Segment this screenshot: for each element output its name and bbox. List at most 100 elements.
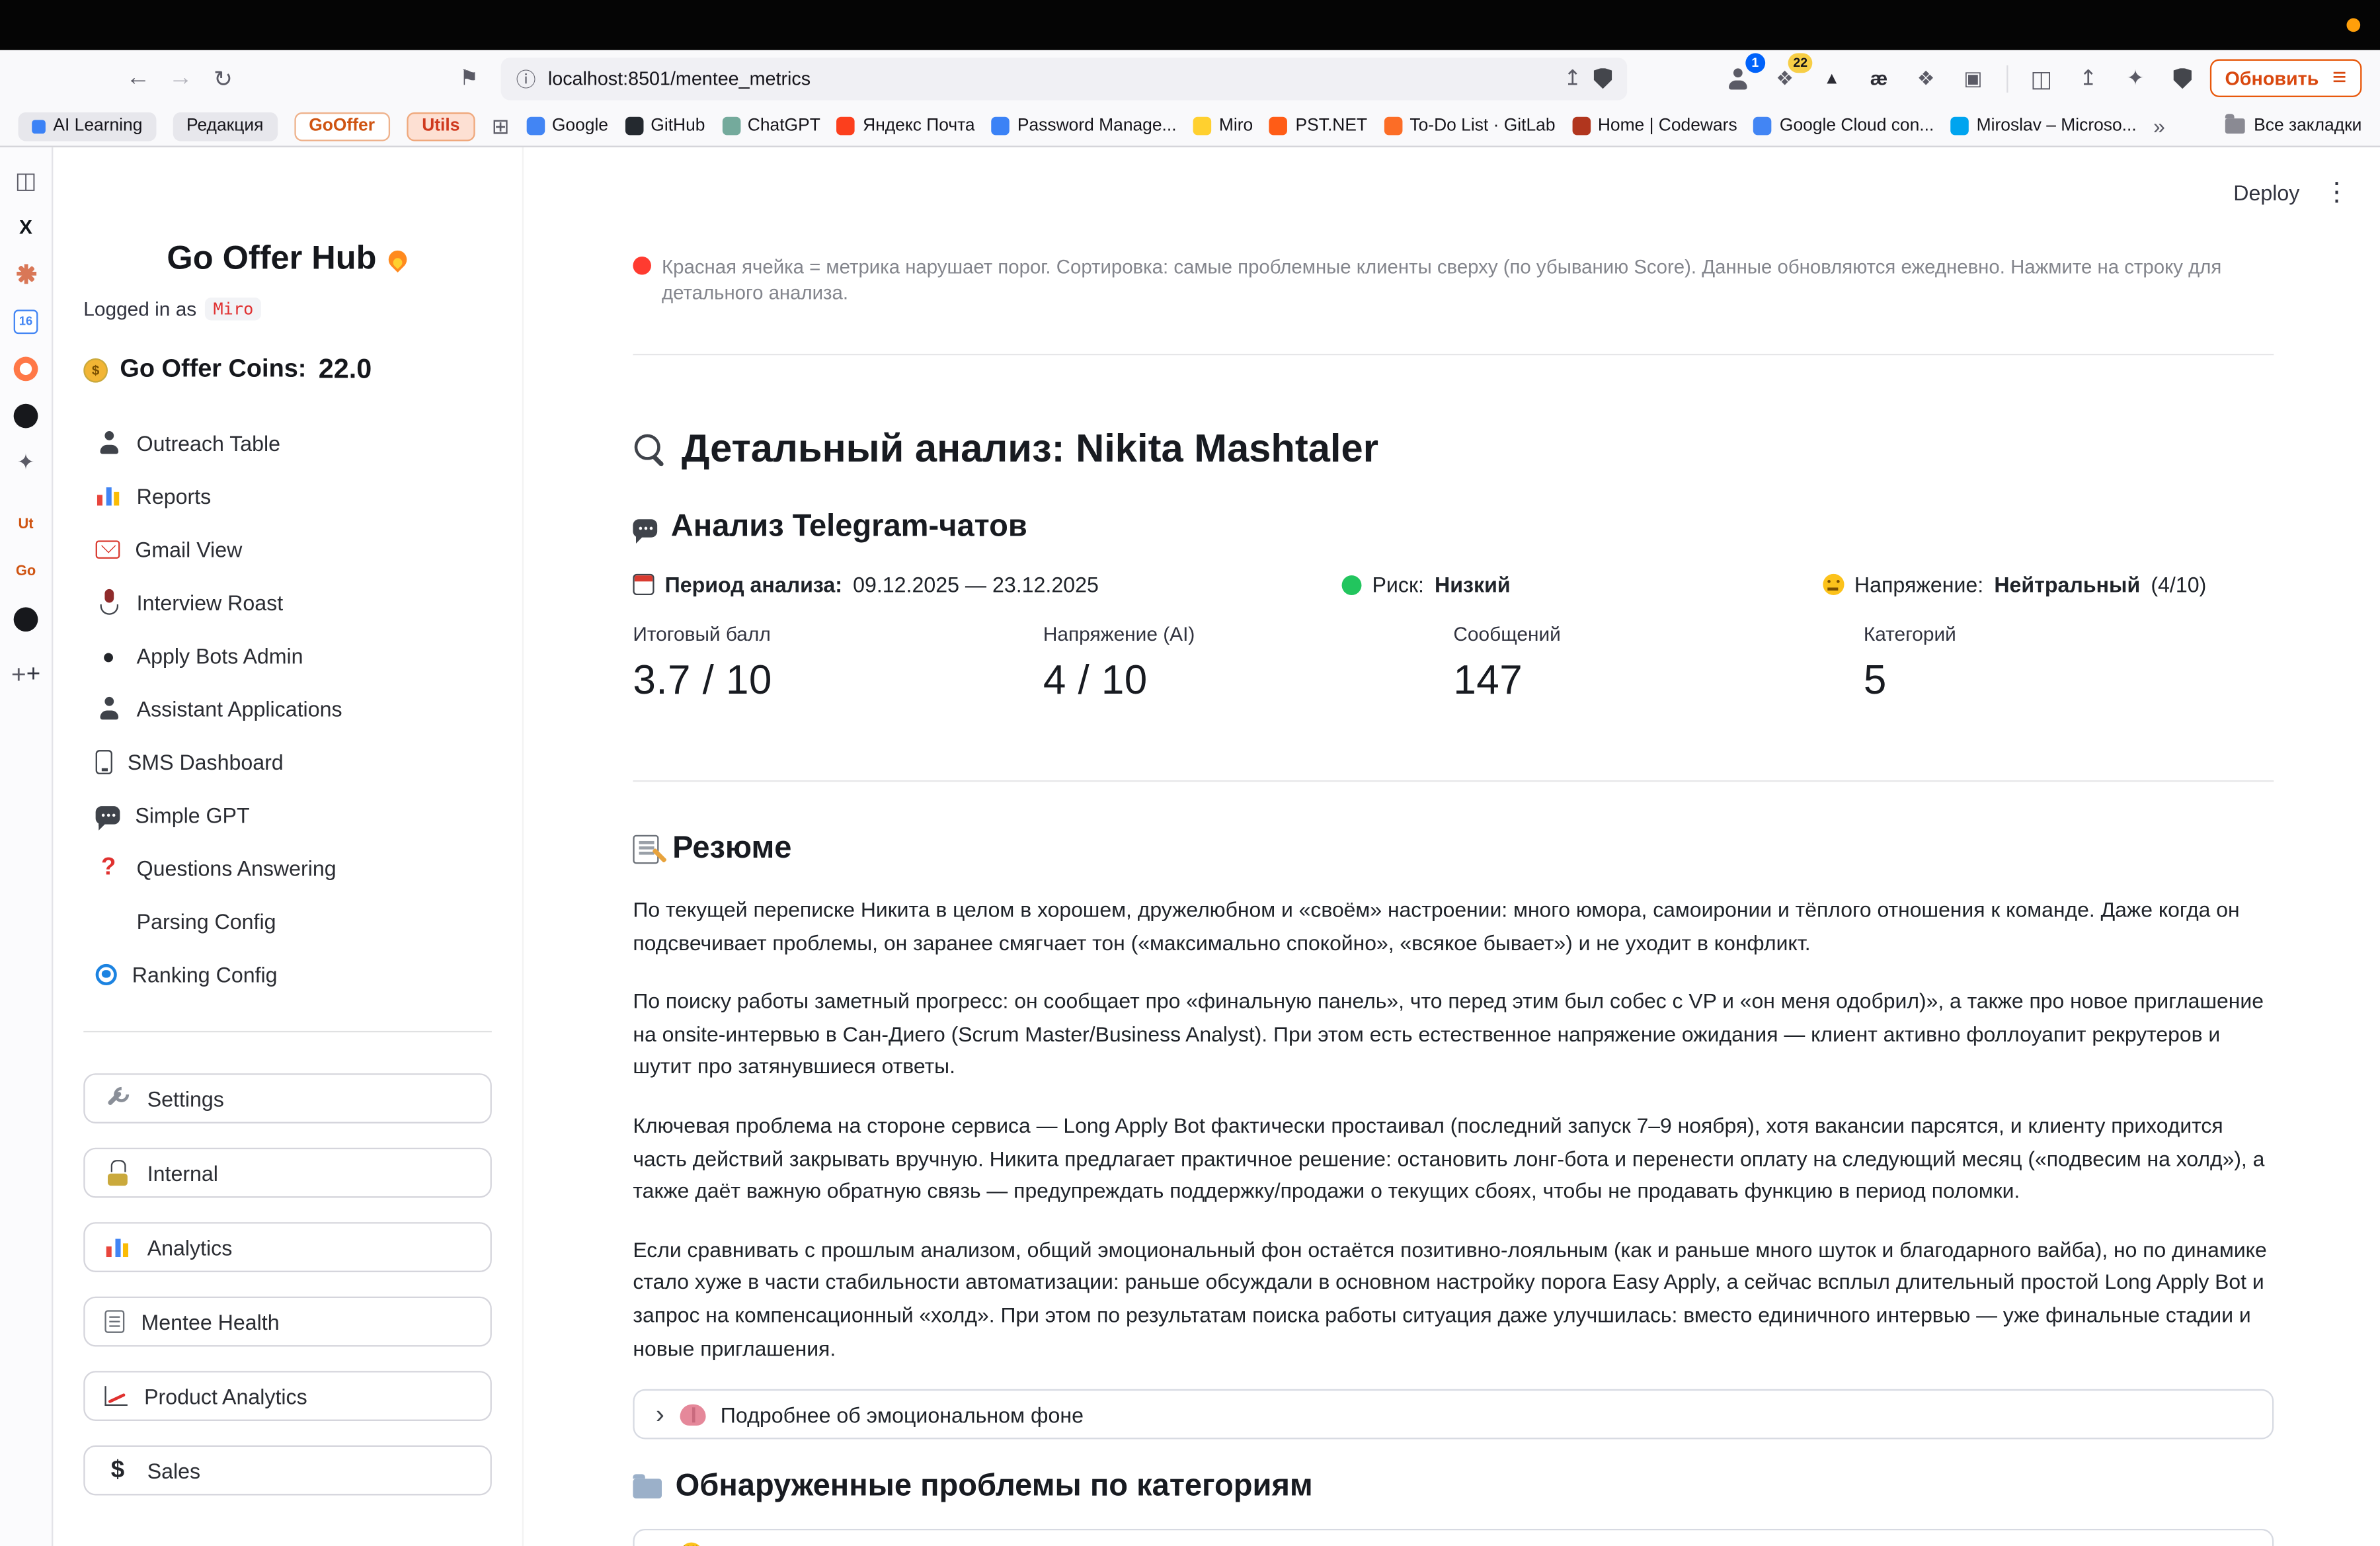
update-browser-button[interactable]: Обновить (2210, 60, 2362, 97)
sidebar-item-parsing-config[interactable]: Parsing Config (83, 894, 492, 947)
divider (633, 354, 2274, 355)
workspace-pill-gooffer[interactable]: GoOffer (294, 112, 390, 141)
bookmark-item[interactable]: Password Manage... (992, 117, 1177, 136)
spark-button[interactable] (2116, 58, 2155, 98)
workspace-go[interactable]: Go (0, 548, 52, 595)
sidebar-item-apply-bots-admin[interactable]: Apply Bots Admin (83, 629, 492, 682)
all-bookmarks-button[interactable]: Все закладки (2225, 117, 2362, 136)
sidebar-item-ranking-config[interactable]: Ranking Config (83, 948, 492, 1000)
tab-x[interactable]: X (0, 204, 52, 251)
speech-icon (633, 518, 657, 537)
protection-button[interactable] (2162, 58, 2202, 98)
tracking-shield-icon[interactable] (1594, 67, 1612, 89)
bookmark-item[interactable]: Google Cloud con... (1754, 117, 1934, 136)
send-tab-button[interactable] (2069, 58, 2108, 98)
bookmark-item[interactable]: Яндекс Почта (837, 117, 974, 136)
url-text[interactable]: localhost:8501/mentee_metrics (548, 67, 1552, 89)
bookmark-item[interactable]: Home | Codewars (1572, 117, 1737, 136)
bookmark-item[interactable]: Miro (1193, 117, 1253, 136)
lock-icon (104, 1160, 130, 1186)
forward-button[interactable] (161, 58, 200, 98)
site-info-icon[interactable] (516, 63, 536, 93)
bookmarks-overflow-button[interactable] (2153, 114, 2165, 138)
mentee-health-button[interactable]: Mentee Health (83, 1297, 492, 1347)
expander-problem-tools[interactable]: Инструменты и технологии — макс. напряже… (633, 1529, 2274, 1546)
screenshot-button[interactable] (1953, 58, 1993, 98)
sidebar-item-gmail-view[interactable]: Gmail View (83, 522, 492, 575)
sparkle-icon (17, 450, 35, 475)
tab-calendar[interactable]: 16 (0, 298, 52, 345)
bookmark-item[interactable]: PST.NET (1270, 117, 1368, 136)
settings-button[interactable]: Settings (83, 1073, 492, 1123)
back-button[interactable] (118, 58, 158, 98)
expander-emotional[interactable]: Подробнее об эмоциональном фоне (633, 1389, 2274, 1440)
deploy-button[interactable]: Deploy (2233, 181, 2299, 205)
section-telegram-text: Анализ Telegram-чатов (671, 509, 1027, 545)
bookmark-item[interactable]: ChatGPT (722, 117, 820, 136)
analytics-button[interactable]: Analytics (83, 1222, 492, 1272)
ring-blue-icon (96, 963, 117, 985)
bookmarks-bar: AI Learning Редакция GoOffer Utils Googl… (0, 106, 2380, 147)
bookmark-flag-icon (459, 65, 479, 91)
internal-button[interactable]: Internal (83, 1148, 492, 1198)
sidebar-item-interview-roast[interactable]: Interview Roast (83, 575, 492, 628)
bookmark-item[interactable]: Google (526, 117, 608, 136)
address-bar[interactable]: localhost:8501/mentee_metrics (501, 57, 1628, 99)
workspace-ut[interactable]: Ut (0, 501, 52, 548)
tab-sparkle[interactable] (0, 439, 52, 486)
tab-claude[interactable] (0, 251, 52, 298)
sidebar-item-simple-gpt[interactable]: Simple GPT (83, 788, 492, 841)
ae-extension-button[interactable] (1859, 58, 1899, 98)
sidebar-toggle-button[interactable] (2022, 58, 2061, 98)
favicon (1384, 117, 1402, 136)
question-icon (96, 855, 122, 881)
sidebar-item-questions-answering[interactable]: Questions Answering (83, 841, 492, 894)
sidebar-nav: Outreach Table Reports Gmail View Interv… (83, 416, 492, 1000)
bookmark-item[interactable]: Miroslav – Microso... (1951, 117, 2137, 136)
extensions-menu-button[interactable] (1906, 58, 1946, 98)
calendar-icon (633, 574, 654, 595)
sidebar-panel-button[interactable] (0, 156, 52, 203)
recording-indicator-icon (2346, 19, 2360, 32)
sidebar-item-sms-dashboard[interactable]: SMS Dashboard (83, 735, 492, 788)
sidebar-item-outreach-table[interactable]: Outreach Table (83, 416, 492, 469)
app-menu-icon[interactable] (2332, 65, 2346, 92)
workspace-pill-ai-learning[interactable]: AI Learning (19, 112, 157, 141)
share-icon[interactable] (1564, 65, 1581, 91)
profile-button[interactable]: 1 (1718, 58, 1758, 98)
expander-label: Подробнее об эмоциональном фоне (721, 1403, 1084, 1427)
favicon (1270, 117, 1289, 136)
sidebar-item-reports[interactable]: Reports (83, 469, 492, 522)
workspaces-grid-button[interactable] (492, 113, 510, 139)
favicon (526, 117, 545, 136)
app-title-text: Go Offer Hub (167, 238, 376, 278)
chart-up-icon (104, 1386, 127, 1406)
metric-label: Сообщений (1453, 622, 1863, 645)
triangle-extension-button[interactable] (1812, 58, 1852, 98)
product-analytics-button[interactable]: Product Analytics (83, 1371, 492, 1421)
sales-button[interactable]: Sales (83, 1445, 492, 1496)
legend-caption-text: Красная ячейка = метрика нарушает порог.… (662, 253, 2274, 305)
favicon (625, 117, 643, 136)
tab-dark-2[interactable] (0, 595, 52, 642)
sidebar-item-assistant-applications[interactable]: Assistant Applications (83, 682, 492, 735)
nav-label: Gmail View (135, 537, 242, 561)
info-risk-label: Риск: (1372, 573, 1423, 597)
page-content: Красная ячейка = метрика нарушает порог.… (633, 253, 2274, 1546)
reload-button[interactable] (204, 58, 243, 98)
extension-notifications-button[interactable]: 22 (1765, 58, 1805, 98)
button-label: Sales (147, 1458, 200, 1483)
bookmark-item[interactable]: To-Do List · GitLab (1384, 117, 1555, 136)
bookmark-tag-button[interactable] (450, 58, 489, 98)
overflow-menu-button[interactable] (2324, 178, 2350, 208)
new-tab-button[interactable]: + (0, 651, 52, 698)
workspace-pill-redakcia[interactable]: Редакция (173, 112, 277, 141)
tab-orange-ring[interactable] (0, 345, 52, 391)
info-period: Период анализа: 09.12.2025 — 23.12.2025 (633, 573, 1341, 597)
ae-icon (1870, 67, 1888, 89)
page-title-text: Детальный анализ: Nikita Mashtaler (682, 425, 1378, 472)
bookmark-item[interactable]: GitHub (625, 117, 705, 136)
tab-dark-1[interactable] (0, 391, 52, 438)
workspace-pill-utils[interactable]: Utils (407, 112, 475, 141)
magnifier-icon (633, 432, 666, 466)
